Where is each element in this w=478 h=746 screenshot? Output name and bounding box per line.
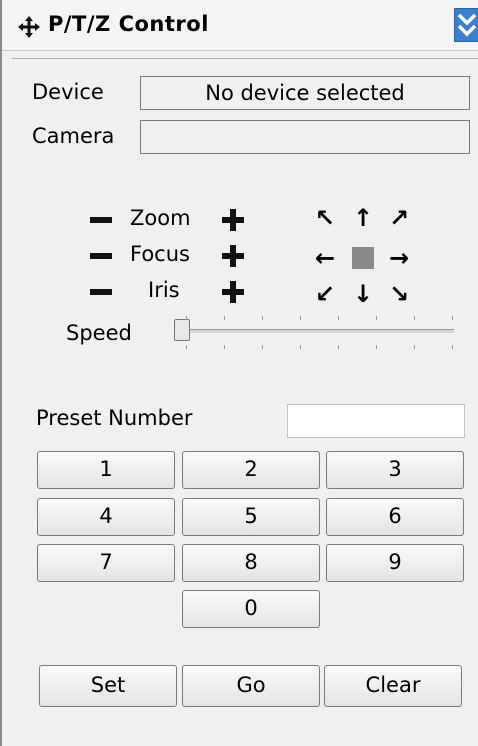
preset-key-7[interactable]: 7 (37, 544, 175, 582)
slider-tick (300, 345, 301, 349)
slider-tick (224, 316, 225, 320)
tilt-down-button[interactable]: ↓ (350, 282, 376, 306)
slider-tick (452, 345, 453, 349)
slider-tick (414, 345, 415, 349)
preset-number-input[interactable] (287, 404, 465, 438)
preset-key-0[interactable]: 0 (182, 590, 320, 628)
preset-number-label: Preset Number (36, 406, 193, 430)
slider-tick (338, 345, 339, 349)
pan-down-right-button[interactable]: ↘ (386, 282, 412, 306)
zoom-plus-button[interactable] (222, 209, 244, 231)
iris-label: Iris (148, 278, 180, 302)
camera-field[interactable] (140, 120, 470, 154)
iris-plus-button[interactable] (222, 281, 244, 303)
iris-minus-button[interactable] (90, 289, 112, 295)
slider-tick (186, 345, 187, 349)
slider-tick (262, 345, 263, 349)
device-field[interactable]: No device selected (140, 76, 470, 110)
preset-key-6[interactable]: 6 (326, 498, 464, 536)
pan-down-left-button[interactable]: ↙ (312, 282, 338, 306)
slider-tick (376, 316, 377, 320)
preset-key-4[interactable]: 4 (37, 498, 175, 536)
tilt-up-button[interactable]: ↑ (350, 206, 376, 230)
double-chevron-down-icon (457, 13, 477, 37)
speed-label: Speed (66, 321, 132, 345)
slider-tick (224, 345, 225, 349)
panel-title: P/T/Z Control (48, 12, 209, 36)
preset-key-8[interactable]: 8 (182, 544, 320, 582)
focus-label: Focus (130, 242, 190, 266)
focus-plus-button[interactable] (222, 245, 244, 267)
zoom-minus-button[interactable] (90, 217, 112, 223)
move-icon (18, 16, 40, 38)
preset-key-3[interactable]: 3 (326, 451, 464, 489)
title-bar: P/T/Z Control (2, 0, 478, 51)
pan-left-button[interactable]: ← (312, 246, 338, 270)
center-stop-button[interactable] (352, 247, 374, 269)
clear-button[interactable]: Clear (324, 665, 462, 707)
slider-tick (300, 316, 301, 320)
device-label: Device (32, 80, 104, 104)
camera-label: Camera (32, 124, 115, 148)
preset-key-5[interactable]: 5 (182, 498, 320, 536)
speed-slider-track[interactable] (176, 329, 454, 333)
go-button[interactable]: Go (182, 665, 320, 707)
pan-right-button[interactable]: → (386, 246, 412, 270)
focus-minus-button[interactable] (90, 253, 112, 259)
slider-tick (452, 316, 453, 320)
set-button[interactable]: Set (39, 665, 177, 707)
ptz-control-panel: P/T/Z Control Device No device selected … (0, 0, 478, 746)
divider (12, 58, 478, 59)
preset-key-9[interactable]: 9 (326, 544, 464, 582)
slider-tick (262, 316, 263, 320)
pan-up-left-button[interactable]: ↖ (312, 206, 338, 230)
slider-tick (376, 345, 377, 349)
slider-tick (414, 316, 415, 320)
slider-tick (338, 316, 339, 320)
zoom-label: Zoom (130, 206, 191, 230)
speed-slider-thumb[interactable] (174, 319, 190, 341)
preset-key-1[interactable]: 1 (37, 451, 175, 489)
preset-key-2[interactable]: 2 (182, 451, 320, 489)
collapse-button[interactable] (454, 8, 478, 42)
pan-up-right-button[interactable]: ↗ (386, 206, 412, 230)
slider-tick (186, 316, 187, 320)
